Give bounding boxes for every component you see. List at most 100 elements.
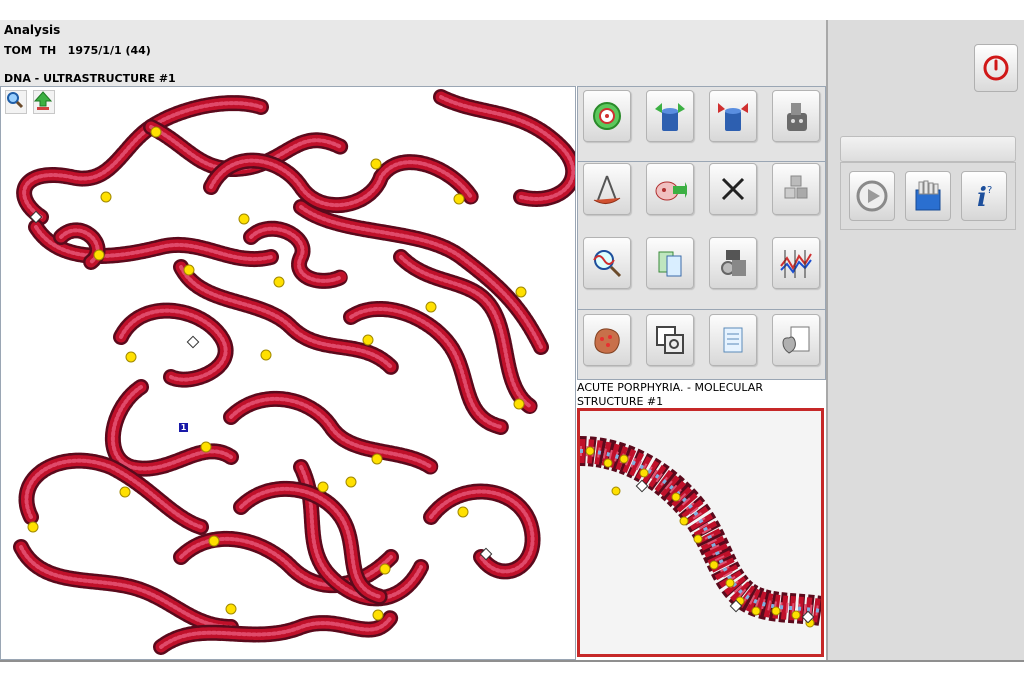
marker-dot[interactable]: [273, 276, 285, 288]
marker-dot[interactable]: [611, 486, 621, 496]
window-zoom-button[interactable]: [646, 314, 694, 366]
documents-icon: [658, 251, 682, 277]
play-icon: [856, 180, 888, 212]
close-icon: [721, 177, 745, 201]
marker-dot[interactable]: [372, 609, 384, 621]
marker-dot[interactable]: [585, 446, 595, 456]
target-icon: [593, 102, 621, 130]
tool-panel: [577, 86, 827, 380]
marker-dot[interactable]: [791, 610, 801, 620]
power-icon: [983, 55, 1009, 81]
database-icon: [915, 180, 941, 211]
marker-dot[interactable]: [200, 441, 212, 453]
cell-arrow-button[interactable]: [646, 163, 694, 215]
marker-dot[interactable]: [119, 486, 131, 498]
marker-dot[interactable]: [515, 286, 527, 298]
database-button[interactable]: [905, 171, 951, 221]
molecular-structure-image: [580, 436, 821, 628]
window-zoom-icon: [656, 326, 684, 354]
marker-dot[interactable]: [183, 264, 195, 276]
magnifier-wave-button[interactable]: [583, 237, 631, 289]
molecular-structure-view[interactable]: [577, 408, 824, 657]
marker-dot[interactable]: [362, 334, 374, 346]
upload-arrow-icon: [34, 91, 52, 110]
marker-dot[interactable]: [671, 492, 681, 502]
play-button[interactable]: [849, 171, 895, 221]
compass-button[interactable]: [583, 163, 631, 215]
header: Analysis TOM TH 1975/1/1 (44) DNA - ULTR…: [0, 20, 826, 86]
cylinder-red-arrows-icon: [718, 103, 748, 131]
graph-icon: [780, 250, 812, 278]
marker-dot[interactable]: [751, 606, 761, 616]
marker-dot[interactable]: [603, 458, 613, 468]
magnifier-wave-icon: [593, 250, 622, 278]
device-button[interactable]: [772, 90, 820, 142]
cylinder-green-arrows-button[interactable]: [646, 90, 694, 142]
marker-dot[interactable]: [100, 191, 112, 203]
control-group: i ?: [840, 162, 1016, 230]
dna-ultrastructure-view[interactable]: 1: [0, 86, 576, 660]
organ-icon: [594, 328, 620, 354]
gears-print-button[interactable]: [709, 237, 757, 289]
sub-view-label: ACUTE PORPHYRIA. - MOLECULAR STRUCTURE #…: [577, 381, 763, 408]
device-icon: [787, 103, 807, 131]
cell-arrow-icon: [655, 181, 687, 201]
cubes-button[interactable]: [772, 163, 820, 215]
close-button[interactable]: [709, 163, 757, 215]
marker-dot[interactable]: [457, 506, 469, 518]
cylinder-red-arrows-button[interactable]: [709, 90, 757, 142]
cylinder-green-arrows-icon: [655, 103, 685, 131]
svg-text:i: i: [977, 183, 987, 213]
patient-dob: 1975/1/1 (44): [67, 44, 151, 57]
dna-structure-image: [13, 89, 575, 655]
compass-icon: [593, 175, 621, 204]
marker-dot[interactable]: [425, 301, 437, 313]
organ-button[interactable]: [583, 314, 631, 366]
marker-dot[interactable]: [709, 560, 719, 570]
info-button[interactable]: i ?: [961, 171, 1007, 221]
documents-button[interactable]: [646, 237, 694, 289]
marker-dot[interactable]: [639, 468, 649, 478]
dna-strand: [345, 303, 507, 433]
marker-dot[interactable]: [225, 603, 237, 615]
zoom-button[interactable]: [5, 90, 27, 114]
marker-dot[interactable]: [208, 535, 220, 547]
marker-dot[interactable]: [513, 398, 525, 410]
marker-dot[interactable]: [125, 351, 137, 363]
marker-dot[interactable]: [93, 249, 105, 261]
marker-dot[interactable]: [370, 158, 382, 170]
target-button[interactable]: [583, 90, 631, 142]
marker-dot[interactable]: [725, 578, 735, 588]
marker-dot[interactable]: [345, 476, 357, 488]
marker-dot[interactable]: [619, 454, 629, 464]
zoom-icon: [7, 92, 24, 109]
marker-badge[interactable]: 1: [178, 422, 189, 433]
marker-dot[interactable]: [317, 481, 329, 493]
bottom-bar: [0, 660, 1024, 683]
notes-button[interactable]: [709, 314, 757, 366]
upload-button[interactable]: [33, 90, 55, 114]
marker-dot[interactable]: [679, 516, 689, 526]
dna-strand: [580, 439, 821, 623]
divider: [578, 309, 827, 310]
marker-dot[interactable]: [27, 521, 39, 533]
diamond-marker[interactable]: [186, 335, 200, 349]
notes-icon: [723, 327, 743, 353]
marker-dot[interactable]: [260, 349, 272, 361]
page-title: Analysis: [4, 23, 61, 37]
status-bar: [840, 136, 1016, 162]
heart-report-icon: [782, 326, 810, 354]
marker-dot[interactable]: [238, 213, 250, 225]
heart-report-button[interactable]: [772, 314, 820, 366]
graph-button[interactable]: [772, 237, 820, 289]
app-window: Analysis TOM TH 1975/1/1 (44) DNA - ULTR…: [0, 0, 1024, 683]
cubes-icon: [784, 175, 808, 199]
marker-dot[interactable]: [771, 606, 781, 616]
power-button[interactable]: [974, 44, 1018, 92]
marker-dot[interactable]: [453, 193, 465, 205]
divider: [578, 161, 827, 162]
marker-dot[interactable]: [379, 563, 391, 575]
marker-dot[interactable]: [371, 453, 383, 465]
marker-dot[interactable]: [150, 126, 162, 138]
marker-dot[interactable]: [693, 534, 703, 544]
